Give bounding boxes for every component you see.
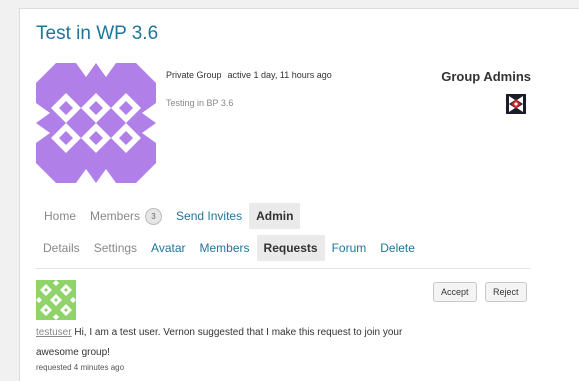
subnav-delete[interactable]: Delete (373, 235, 422, 261)
admin-subnav: Details Settings Avatar Members Requests… (36, 235, 422, 261)
subnav-forum[interactable]: Forum (325, 235, 374, 261)
subnav-requests[interactable]: Requests (256, 235, 325, 261)
nav-send-invites[interactable]: Send Invites (169, 203, 249, 229)
request-message: testuser Hi, I am a test user. Vernon su… (36, 323, 426, 363)
nav-members[interactable]: Members 3 (83, 203, 169, 229)
group-admin-panel: Test in WP 3.6 Private Group active 1 da… (19, 8, 579, 381)
divider (36, 268, 530, 269)
group-avatar[interactable] (36, 63, 156, 183)
group-meta: Private Group active 1 day, 11 hours ago (166, 70, 332, 80)
reject-button[interactable]: Reject (485, 282, 527, 302)
members-count-badge: 3 (145, 207, 163, 225)
nav-admin[interactable]: Admin (249, 203, 301, 229)
subnav-avatar[interactable]: Avatar (144, 235, 192, 261)
subnav-details[interactable]: Details (36, 235, 87, 261)
group-description: Testing in BP 3.6 (166, 98, 234, 108)
requester-link[interactable]: testuser (36, 327, 72, 338)
group-title[interactable]: Test in WP 3.6 (36, 23, 158, 45)
accept-button[interactable]: Accept (433, 282, 477, 302)
group-activity: active 1 day, 11 hours ago (227, 70, 332, 80)
nav-members-label: Members (90, 209, 141, 223)
admin-avatar[interactable] (506, 94, 526, 114)
request-time: requested 4 minutes ago (36, 363, 125, 372)
group-admins-heading: Group Admins (441, 69, 531, 84)
subnav-members[interactable]: Members (193, 235, 257, 261)
group-nav: Home Members 3 Send Invites Admin (36, 203, 301, 229)
nav-home[interactable]: Home (36, 203, 83, 229)
requester-avatar[interactable] (36, 280, 76, 320)
group-type: Private Group (166, 70, 222, 80)
request-message-text: Hi, I am a test user. Vernon suggested t… (36, 327, 403, 358)
subnav-settings[interactable]: Settings (87, 235, 144, 261)
